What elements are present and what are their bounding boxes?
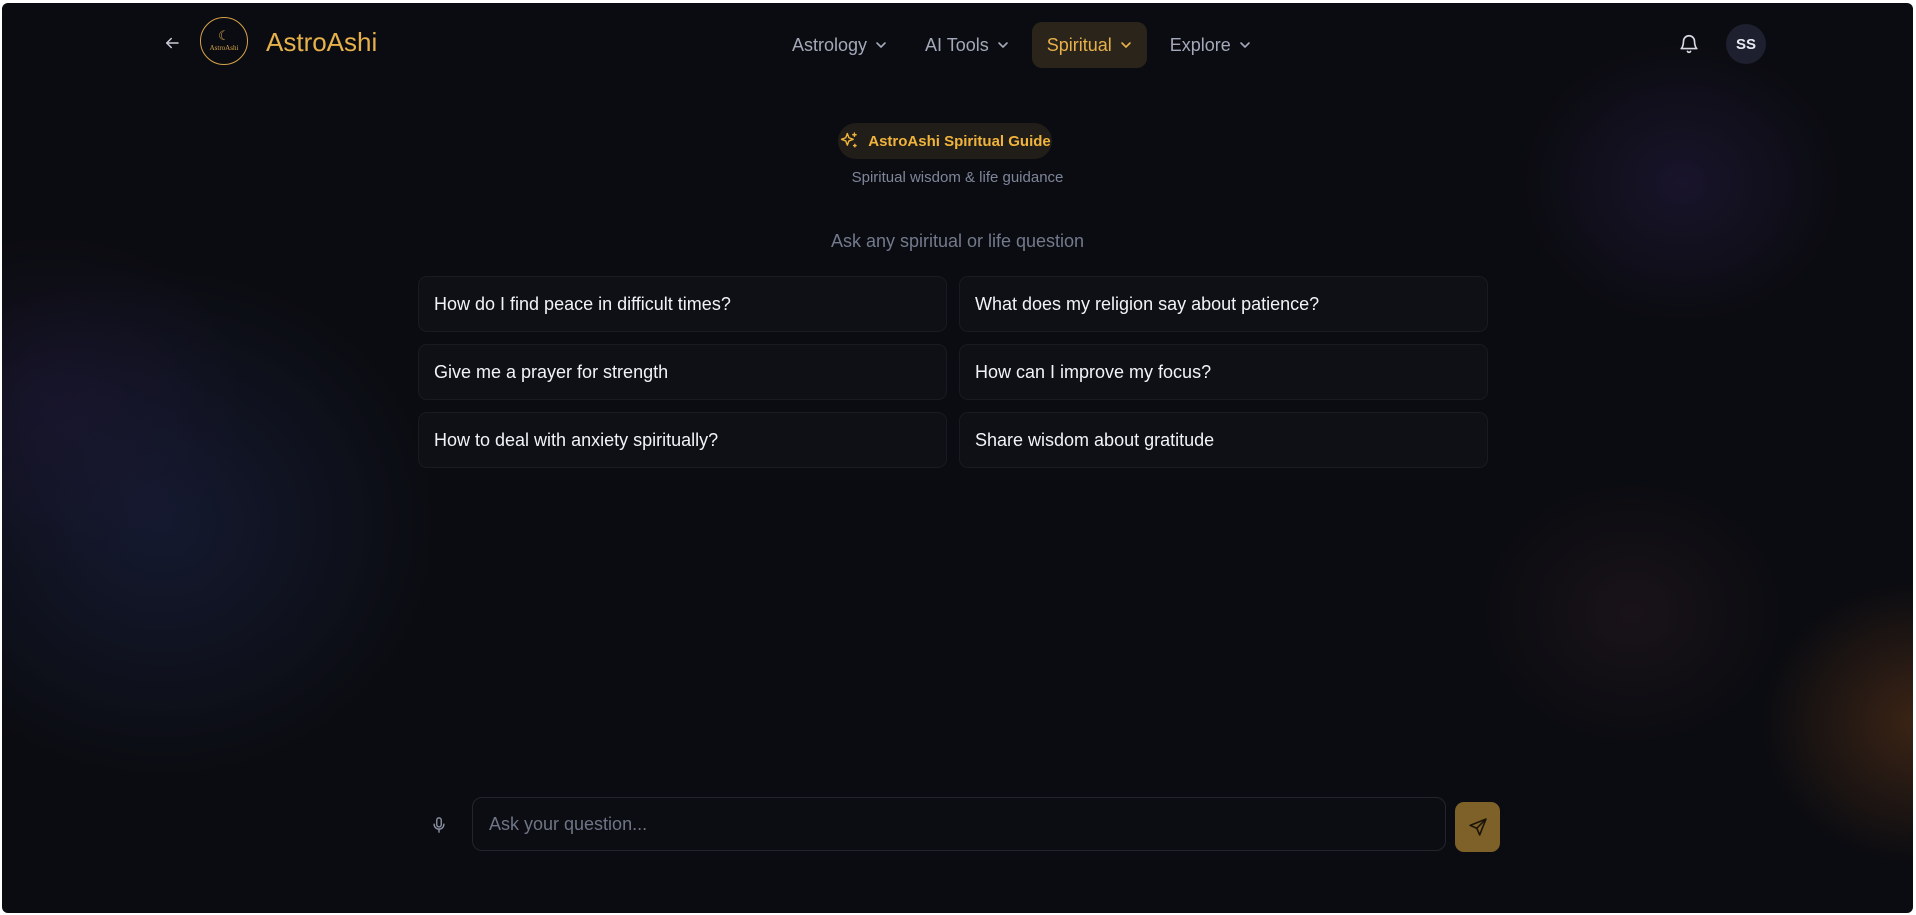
nav-item-astrology[interactable]: Astrology [777,22,902,68]
crescent-moon-icon: ☾ [218,28,230,44]
microphone-icon [433,817,445,833]
notifications-button[interactable] [1678,33,1702,57]
chevron-down-icon [876,42,886,48]
suggestion-grid: How do I find peace in difficult times? … [418,276,1490,468]
suggestion-card[interactable]: How can I improve my focus? [959,344,1488,400]
background-glow [1762,583,1913,863]
suggestion-card[interactable]: Give me a prayer for strength [418,344,947,400]
background-glow [1482,483,1782,743]
send-button[interactable] [1455,802,1500,852]
suggestion-card[interactable]: How to deal with anxiety spiritually? [418,412,947,468]
guide-badge: AstroAshi Spiritual Guide [838,123,1052,159]
brand-logo[interactable]: ☾ AstroAshi [200,17,248,65]
chevron-down-icon [997,42,1008,48]
prompt-heading: Ask any spiritual or life question [830,231,1085,251]
suggestion-card[interactable]: How do I find peace in difficult times? [418,276,947,332]
background-glow [2,233,242,573]
brand-name[interactable]: AstroAshi [266,27,377,57]
background-glow [2,263,442,783]
top-navbar: ☾ AstroAshi AstroAshi Astrology AI Tools… [2,3,1913,81]
nav-item-ai-tools[interactable]: AI Tools [910,22,1024,68]
send-icon [1468,818,1487,836]
nav-item-label: Spiritual [1046,34,1112,55]
nav-item-spiritual[interactable]: Spiritual [1031,22,1147,68]
user-avatar[interactable]: SS [1726,24,1766,64]
question-input[interactable] [472,797,1446,851]
suggestion-card[interactable]: What does my religion say about patience… [959,276,1488,332]
main-nav: Astrology AI Tools Spiritual Explore [777,22,1266,68]
suggestion-card[interactable]: Share wisdom about gratitude [959,412,1488,468]
page-subtitle: Spiritual wisdom & life guidance [851,169,1064,186]
bell-icon [1680,35,1698,54]
badge-label: AstroAshi Spiritual Guide [868,132,1051,150]
sparkles-icon [841,132,858,148]
voice-input-button[interactable] [430,815,450,837]
back-button[interactable] [160,31,184,55]
chevron-down-icon [1240,42,1250,48]
nav-item-explore[interactable]: Explore [1155,22,1266,68]
app-window: ☾ AstroAshi AstroAshi Astrology AI Tools… [2,3,1913,913]
logo-text: AstroAshi [209,43,239,52]
nav-item-label: Astrology [792,34,868,55]
arrow-left-icon [166,37,179,49]
nav-item-label: Explore [1169,34,1231,55]
nav-item-label: AI Tools [925,34,989,55]
chevron-down-icon [1120,42,1131,48]
